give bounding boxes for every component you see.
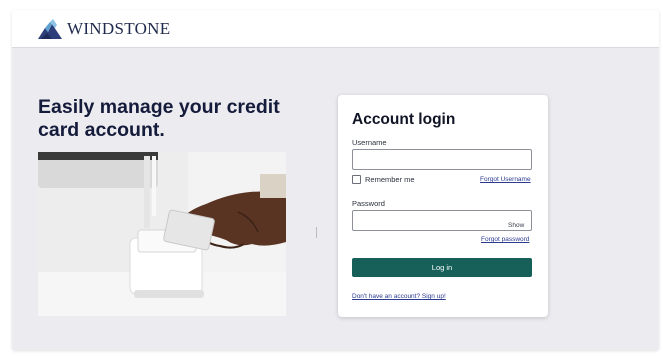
login-button[interactable]: Log in [352, 258, 532, 277]
password-input[interactable] [352, 210, 532, 231]
password-label: Password [352, 199, 385, 208]
page-frame: WINDSTONE Easily manage your credit card… [12, 10, 659, 350]
divider-tick [316, 227, 317, 238]
card-reader-photo-illustration [38, 152, 286, 316]
show-password-toggle[interactable]: Show [508, 222, 524, 229]
windstone-logo-icon [38, 19, 62, 39]
username-label: Username [352, 138, 387, 147]
brand-logo[interactable]: WINDSTONE [38, 19, 170, 39]
brand-name: WINDSTONE [67, 19, 171, 38]
hero-headline: Easily manage your credit card account. [38, 96, 280, 141]
forgot-username-link[interactable]: Forgot Username [480, 176, 531, 183]
site-header: WINDSTONE [12, 10, 659, 48]
forgot-password-link[interactable]: Forgot password [481, 236, 529, 243]
hero-photo [38, 152, 286, 316]
username-input[interactable] [352, 149, 532, 170]
signup-link[interactable]: Don't have an account? Sign up! [352, 293, 446, 300]
login-title: Account login [352, 111, 456, 128]
remember-me-label[interactable]: Remember me [365, 175, 415, 184]
login-card: Account login Username Remember me Forgo… [338, 95, 548, 317]
remember-me-checkbox[interactable] [352, 175, 361, 184]
